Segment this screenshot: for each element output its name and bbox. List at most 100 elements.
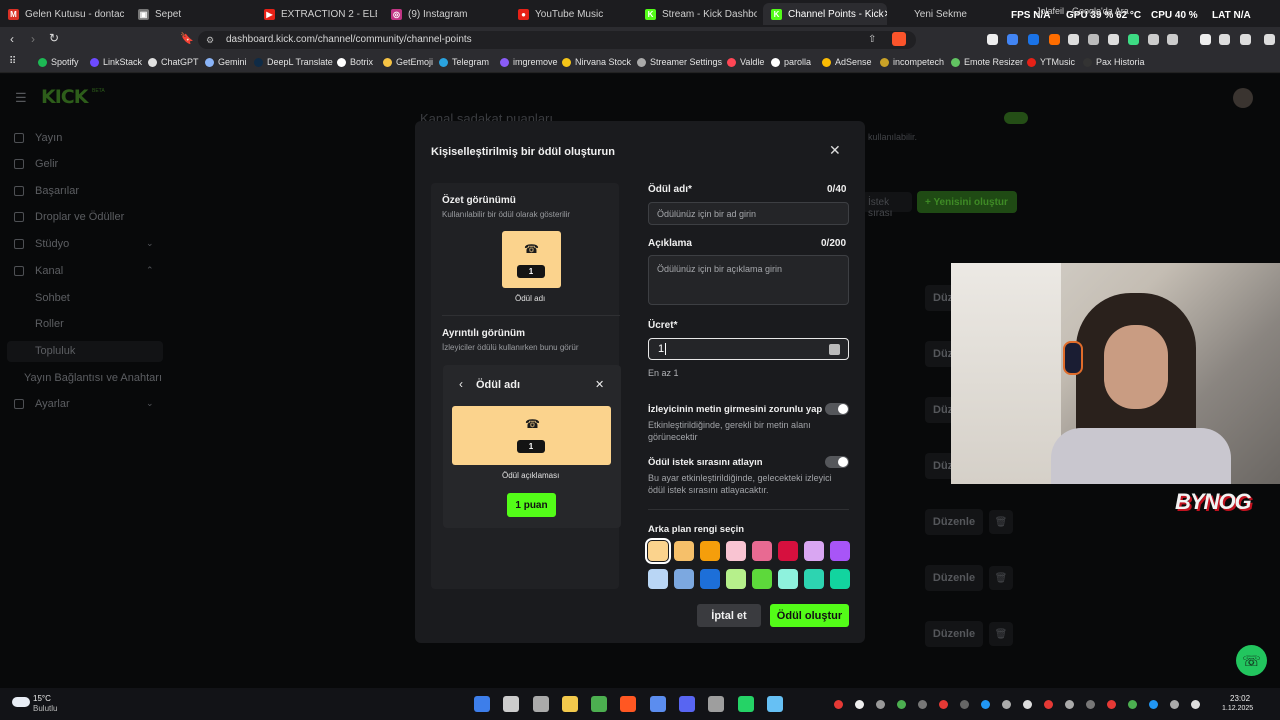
sidebar-item[interactable]: Sohbet (35, 292, 70, 304)
sidebar-item[interactable]: Ayarlar (14, 398, 70, 410)
taskbar-app-icon[interactable] (562, 696, 578, 712)
browser-extension-icon[interactable] (1068, 34, 1079, 45)
bookmark-link[interactable]: Valdle (727, 57, 764, 67)
chevron-icon[interactable]: ⌃ (146, 265, 154, 276)
close-icon[interactable]: ✕ (829, 142, 841, 159)
bookmark-link[interactable]: Botrix (337, 57, 373, 67)
trash-icon[interactable]: 🗑 (989, 622, 1013, 646)
sidebar-item[interactable]: Yayın Bağlantısı ve Anahtarı (24, 372, 162, 384)
sidebar-item[interactable]: Başarılar (14, 185, 79, 197)
reload-icon[interactable]: ↻ (49, 31, 59, 45)
reward-description-input[interactable]: Ödülünüz için bir açıklama girin (648, 255, 849, 305)
browser-extension-icon[interactable] (1088, 34, 1099, 45)
bookmark-link[interactable]: imgremove (500, 57, 558, 67)
color-swatch[interactable] (830, 541, 850, 561)
edit-button[interactable]: Düzenle (925, 509, 983, 535)
sidebar-item[interactable]: Roller (35, 318, 64, 330)
color-swatch[interactable] (674, 541, 694, 561)
tray-icon[interactable] (897, 700, 906, 709)
taskbar-app-icon[interactable] (650, 696, 666, 712)
bookmark-link[interactable]: Telegram (439, 57, 489, 67)
browser-extension-icon[interactable] (1219, 34, 1230, 45)
browser-extension-icon[interactable] (1240, 34, 1251, 45)
color-swatch[interactable] (752, 569, 772, 589)
edit-button[interactable]: Düzenle (925, 621, 983, 647)
create-new-button[interactable]: + Yenisini oluştur (917, 191, 1017, 213)
sidebar-item[interactable]: Topluluk (35, 345, 75, 357)
tray-icon[interactable] (1002, 700, 1011, 709)
cost-stepper-icon[interactable] (829, 344, 840, 355)
user-avatar[interactable] (1233, 88, 1253, 108)
tray-icon[interactable] (1191, 700, 1200, 709)
tray-icon[interactable] (981, 700, 990, 709)
color-swatch[interactable] (804, 569, 824, 589)
sidebar-item[interactable]: Droplar ve Ödüller (14, 211, 124, 223)
color-swatch[interactable] (700, 541, 720, 561)
tray-icon[interactable] (1128, 700, 1137, 709)
color-swatch[interactable] (645, 538, 671, 564)
bookmark-link[interactable]: GetEmoji (383, 57, 433, 67)
bookmark-link[interactable]: Emote Resizer (951, 57, 1023, 67)
bookmark-link[interactable]: Pax Historia (1083, 57, 1145, 67)
browser-tab[interactable]: K Stream - Kick Dashboard (637, 3, 757, 25)
tray-icon[interactable] (1086, 700, 1095, 709)
browser-extension-icon[interactable] (1049, 34, 1060, 45)
bookmark-link[interactable]: parolla (771, 57, 811, 67)
kick-logo[interactable]: KICK (41, 86, 88, 108)
back-icon[interactable]: ‹ (10, 32, 14, 46)
tray-icon[interactable] (1065, 700, 1074, 709)
cost-input[interactable]: 1 (648, 338, 849, 360)
tray-icon[interactable] (960, 700, 969, 709)
taskbar-app-icon[interactable] (620, 696, 636, 712)
browser-tab[interactable]: ▣ Sepet (130, 3, 250, 25)
browser-extension-icon[interactable] (1108, 34, 1119, 45)
color-swatch[interactable] (700, 569, 720, 589)
taskbar-app-icon[interactable] (474, 696, 490, 712)
tray-icon[interactable] (1107, 700, 1116, 709)
bookmark-link[interactable]: Gemini (205, 57, 247, 67)
browser-extension-icon[interactable] (1028, 34, 1039, 45)
color-swatch[interactable] (726, 541, 746, 561)
bookmark-link[interactable]: AdSense (822, 57, 872, 67)
tray-icon[interactable] (1170, 700, 1179, 709)
bookmark-link[interactable]: Nirvana Stock (562, 57, 631, 67)
background-toggle[interactable] (1004, 112, 1028, 124)
browser-extension-icon[interactable] (1264, 34, 1275, 45)
browser-tab[interactable]: ◎ (9) Instagram (383, 3, 504, 25)
bookmark-link[interactable]: Spotify (38, 57, 79, 67)
create-reward-button[interactable]: Ödül oluştur (770, 604, 849, 627)
browser-tab[interactable]: M Gelen Kutusu - dontachist (0, 3, 124, 25)
edit-button[interactable]: Düzenle (925, 565, 983, 591)
bookmark-link[interactable]: incompetech (880, 57, 944, 67)
weather-temp[interactable]: 15°C (33, 694, 51, 703)
chevron-icon[interactable]: ⌄ (146, 398, 154, 409)
color-swatch[interactable] (804, 541, 824, 561)
bookmark-link[interactable]: DeepL Translate (254, 57, 333, 67)
bookmark-icon[interactable]: 🔖 (180, 32, 194, 45)
browser-extension-icon[interactable] (1200, 34, 1211, 45)
bookmark-link[interactable]: Streamer Settings (637, 57, 722, 67)
tray-icon[interactable] (855, 700, 864, 709)
tray-icon[interactable] (876, 700, 885, 709)
color-swatch[interactable] (778, 569, 798, 589)
browser-tab[interactable]: ● YouTube Music (510, 3, 631, 25)
browser-extension-icon[interactable] (1148, 34, 1159, 45)
menu-icon[interactable]: ☰ (15, 90, 27, 106)
points-button[interactable]: 1 puan (507, 493, 556, 517)
tray-icon[interactable] (1023, 700, 1032, 709)
tray-icon[interactable] (1149, 700, 1158, 709)
brave-shield-icon[interactable] (892, 32, 906, 46)
browser-tab[interactable]: ▶ EXTRACTION 2 - ELEŞTİRE (256, 3, 377, 25)
tab-close-icon[interactable]: ✕ (884, 9, 887, 20)
taskbar-app-icon[interactable] (767, 696, 783, 712)
clock-time[interactable]: 23:02 (1230, 694, 1250, 703)
color-swatch[interactable] (726, 569, 746, 589)
tray-icon[interactable] (834, 700, 843, 709)
require-text-toggle[interactable] (825, 403, 849, 415)
taskbar-app-icon[interactable] (591, 696, 607, 712)
reward-name-input[interactable]: Ödülünüz için bir ad girin (648, 202, 849, 225)
sidebar-item[interactable]: Yayın (14, 132, 62, 144)
trash-icon[interactable]: 🗑 (989, 510, 1013, 534)
taskbar-app-icon[interactable] (738, 696, 754, 712)
taskbar-app-icon[interactable] (679, 696, 695, 712)
